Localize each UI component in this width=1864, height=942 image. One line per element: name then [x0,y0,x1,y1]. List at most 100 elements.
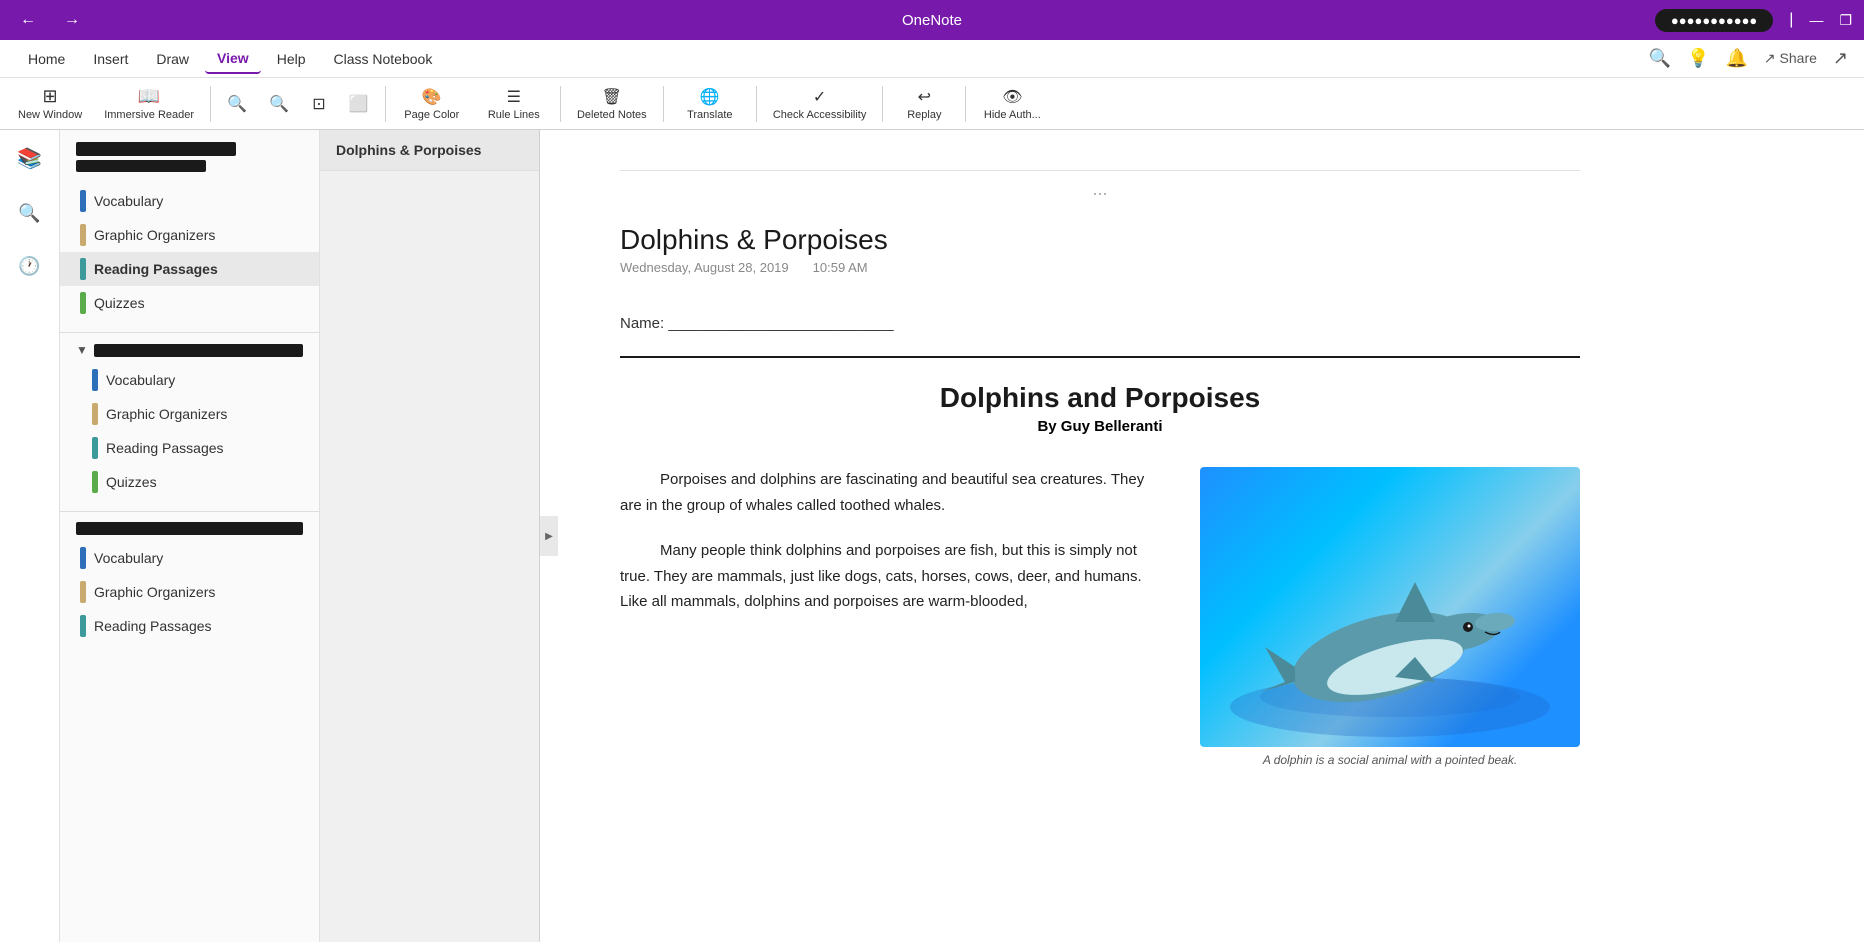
expand-icon[interactable]: ↗ [1833,48,1848,69]
section-reading-passages-3[interactable]: Reading Passages [60,609,319,643]
deleted-notes-button[interactable]: 🗑 Deleted Notes [567,83,657,125]
ribbon-sep-1 [210,86,211,122]
immersive-reader-button[interactable]: 📖 Immersive Reader [94,82,204,125]
paragraph-1: Porpoises and dolphins are fascinating a… [620,467,1168,518]
title-separator: | [1789,11,1793,29]
content-area: ▶ ... Dolphins & Porpoises Wednesday, Au… [540,130,1864,942]
zoom-in-icon: 🔍 [269,94,289,114]
check-accessibility-button[interactable]: ✓ Check Accessibility [763,83,877,125]
page-color-icon: 🎨 [422,87,442,107]
collapse-content-button[interactable]: ▶ [540,516,558,556]
menu-bell-icon[interactable]: 🔔 [1726,48,1748,69]
full-page-button[interactable]: ⬜ [339,90,379,118]
menu-idea-icon[interactable]: 💡 [1687,48,1709,69]
quizzes-dot-2 [92,471,98,493]
minimize-button[interactable]: — [1809,12,1823,29]
title-bar-left: ← → [12,7,88,33]
page-date: Wednesday, August 28, 2019 [620,260,789,275]
article-image-block: A dolphin is a social animal with a poin… [1200,467,1580,767]
menu-insert[interactable]: Insert [81,45,140,73]
sep-1 [60,332,319,333]
translate-icon: 🌐 [700,87,720,107]
page-color-button[interactable]: 🎨 Page Color [392,83,472,125]
document-content: Name: ___________________________ Dolphi… [620,299,1580,767]
profile-pill[interactable]: ●●●●●●●●●●● [1655,9,1773,32]
group-header-3[interactable] [60,516,319,541]
reading-label-3: Reading Passages [94,618,212,634]
quizzes-label-1: Quizzes [94,295,145,311]
ribbon-sep-5 [756,86,757,122]
section-vocabulary-2[interactable]: Vocabulary [60,363,319,397]
sidebar-search-icon[interactable]: 🔍 [10,195,48,232]
graphic-org-dot-1 [80,224,86,246]
notebook-name-1[interactable] [76,142,236,156]
group-name-3 [76,522,303,535]
menu-right: 🔍 💡 🔔 ↗ Share ↗ [1649,48,1848,69]
back-button[interactable]: ← [12,7,44,33]
page-list: Dolphins & Porpoises [320,130,540,942]
fit-page-button[interactable]: ⊡ [301,90,337,118]
hide-authors-button[interactable]: 👁 Hide Auth... [972,83,1052,125]
deleted-notes-label: Deleted Notes [577,109,647,121]
quizzes-dot-1 [80,292,86,314]
sidebar-recent-icon[interactable]: 🕐 [10,248,48,285]
article-text: Porpoises and dolphins are fascinating a… [620,467,1168,635]
graphic-org-label-3: Graphic Organizers [94,584,215,600]
sidebar-library-icon[interactable]: 📚 [9,138,50,179]
graphic-org-label-1: Graphic Organizers [94,227,215,243]
page-color-label: Page Color [404,109,459,121]
check-accessibility-label: Check Accessibility [773,109,867,121]
menu-help[interactable]: Help [265,45,318,73]
notebook-name-2[interactable] [76,160,206,172]
hide-authors-icon: 👁 [1002,87,1022,107]
section-graphic-org-1[interactable]: Graphic Organizers [60,218,319,252]
menu-draw[interactable]: Draw [144,45,201,73]
title-bar: ← → OneNote ●●●●●●●●●●● | — ❐ [0,0,1864,40]
new-window-label: New Window [18,109,82,121]
section-vocabulary-1[interactable]: Vocabulary [60,184,319,218]
hide-authors-label: Hide Auth... [984,109,1041,121]
content-inner: ... Dolphins & Porpoises Wednesday, Augu… [540,130,1640,807]
graphic-org-label-2: Graphic Organizers [106,406,227,422]
translate-button[interactable]: 🌐 Translate [670,83,750,125]
section-vocabulary-3[interactable]: Vocabulary [60,541,319,575]
group-header-2[interactable]: ▼ [60,337,319,363]
menu-bar: Home Insert Draw View Help Class Noteboo… [0,40,1864,78]
replay-button[interactable]: ↩ Replay [889,83,959,125]
share-button[interactable]: ↗ Share [1764,50,1817,67]
menu-class-notebook[interactable]: Class Notebook [322,45,445,73]
vocab-label-1: Vocabulary [94,193,163,209]
paragraph-2: Many people think dolphins and porpoises… [620,538,1168,615]
reading-dot-2 [92,437,98,459]
fit-page-icon: ⊡ [312,94,325,114]
rule-lines-button[interactable]: ☰ Rule Lines [474,83,554,125]
page-title: Dolphins & Porpoises [620,224,1580,256]
restore-button[interactable]: ❐ [1839,12,1852,29]
section-quizzes-1[interactable]: Quizzes [60,286,319,320]
section-reading-passages-1[interactable]: Reading Passages [60,252,319,286]
menu-search-icon[interactable]: 🔍 [1649,48,1671,69]
graphic-org-dot-2 [92,403,98,425]
immersive-reader-label: Immersive Reader [104,109,194,121]
page-item-dolphins[interactable]: Dolphins & Porpoises [320,130,539,171]
zoom-out-icon: 🔍 [227,94,247,114]
reading-label-2: Reading Passages [106,440,224,456]
zoom-out-button[interactable]: 🔍 [217,90,257,118]
menu-view[interactable]: View [205,44,261,74]
vocab-label-3: Vocabulary [94,550,163,566]
new-window-button[interactable]: ⊞ New Window [8,82,92,125]
dolphin-image [1200,467,1580,747]
zoom-in-button[interactable]: 🔍 [259,90,299,118]
page-time: 10:59 AM [813,260,868,275]
section-group-2: Vocabulary Graphic Organizers Reading Pa… [60,363,319,507]
sep-2 [60,511,319,512]
section-graphic-org-3[interactable]: Graphic Organizers [60,575,319,609]
menu-home[interactable]: Home [16,45,77,73]
section-reading-passages-2[interactable]: Reading Passages [60,431,319,465]
replay-label: Replay [907,109,941,121]
section-quizzes-2[interactable]: Quizzes [60,465,319,499]
image-caption: A dolphin is a social animal with a poin… [1200,753,1580,767]
section-graphic-org-2[interactable]: Graphic Organizers [60,397,319,431]
forward-button[interactable]: → [56,7,88,33]
notebook-panel: Vocabulary Graphic Organizers Reading Pa… [60,130,320,942]
